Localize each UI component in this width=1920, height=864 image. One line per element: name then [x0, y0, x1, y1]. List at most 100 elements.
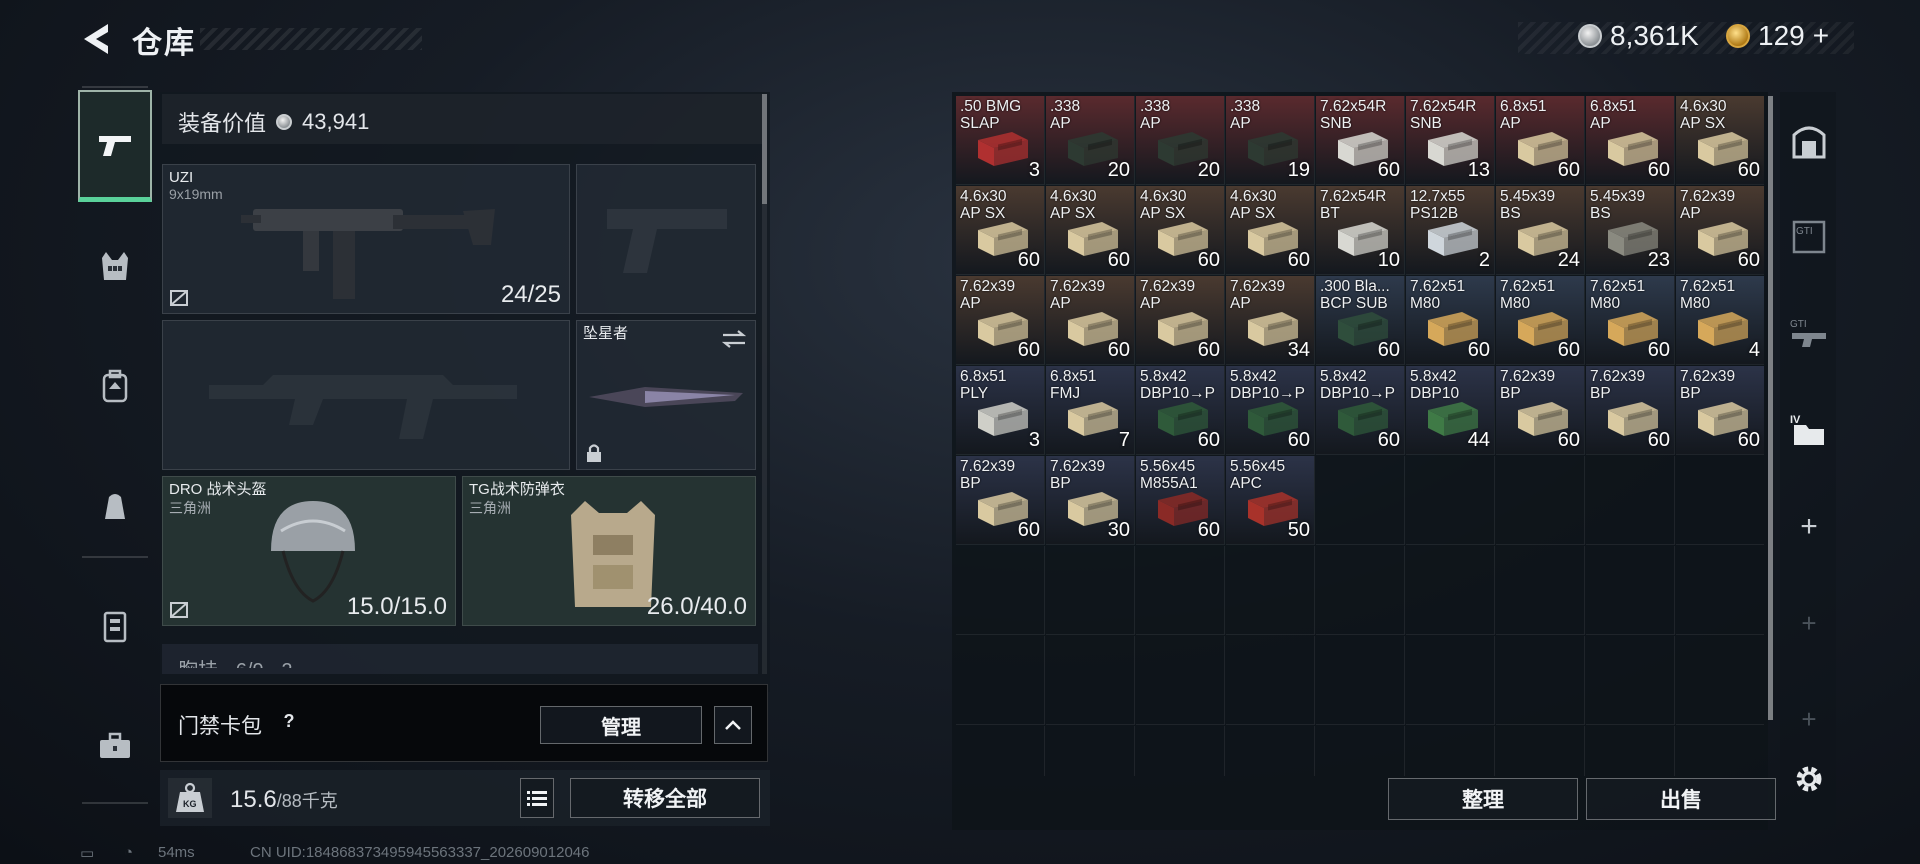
inventory-cell[interactable]	[1226, 726, 1315, 776]
inventory-cell[interactable]	[1226, 636, 1315, 725]
inventory-item[interactable]: 5.8x42 DBP10→P 60	[1226, 366, 1314, 454]
inventory-item[interactable]: 5.56x45 M855A1 60	[1136, 456, 1224, 544]
inventory-cell[interactable]	[1406, 456, 1495, 545]
inventory-item[interactable]: 5.45x39 BS 23	[1586, 186, 1674, 274]
inventory-item[interactable]: 5.8x42 DBP10→P 60	[1316, 366, 1404, 454]
inventory-item[interactable]: 7.62x39 BP 60	[1586, 366, 1674, 454]
inventory-item[interactable]: 7.62x39 AP 60	[1046, 276, 1134, 364]
inventory-item[interactable]: 6.8x51 FMJ 7	[1046, 366, 1134, 454]
side-add-container[interactable]: +	[1790, 508, 1828, 546]
inventory-cell[interactable]	[1316, 456, 1405, 545]
inventory-cell[interactable]	[1586, 546, 1675, 635]
inventory-cell[interactable]	[1316, 726, 1405, 776]
inventory-item[interactable]: 7.62x51 M80 60	[1496, 276, 1584, 364]
inventory-item[interactable]: 6.8x51 AP 60	[1496, 96, 1584, 184]
armor-slot[interactable]: TG战术防弹衣 三角洲 26.0/40.0	[462, 476, 756, 626]
inventory-scrollbar[interactable]	[1768, 96, 1773, 720]
inventory-cell[interactable]	[1316, 636, 1405, 725]
inventory-cell[interactable]	[1586, 636, 1675, 725]
secondary-weapon-slot[interactable]	[576, 164, 756, 314]
back-arrow-icon[interactable]	[78, 20, 114, 58]
side-safe-container[interactable]	[1790, 122, 1828, 160]
inventory-cell[interactable]	[1676, 456, 1764, 545]
inventory-item[interactable]: 7.62x39 AP 60	[1136, 276, 1224, 364]
inventory-cell[interactable]	[1316, 546, 1405, 635]
inventory-cell[interactable]	[1496, 636, 1585, 725]
inventory-cell[interactable]	[1496, 726, 1585, 776]
inventory-item[interactable]: 7.62x39 AP 34	[1226, 276, 1314, 364]
inventory-cell[interactable]	[1046, 726, 1135, 776]
inventory-item[interactable]: 7.62x39 BP 60	[1496, 366, 1584, 454]
inventory-cell[interactable]	[1586, 456, 1675, 545]
inventory-item[interactable]: .338 AP 19	[1226, 96, 1314, 184]
inventory-item[interactable]: 7.62x51 M80 60	[1406, 276, 1494, 364]
inventory-item[interactable]: 5.8x42 DBP10→P 60	[1136, 366, 1224, 454]
nav-case[interactable]	[78, 586, 152, 666]
nav-weapons[interactable]	[78, 90, 152, 202]
inventory-item[interactable]: 7.62x39 BP 60	[956, 456, 1044, 544]
nav-pouch[interactable]	[78, 466, 152, 546]
helmet-slot[interactable]: DRO 战术头盔 三角洲 15.0/15.0	[162, 476, 456, 626]
inventory-cell[interactable]	[1226, 546, 1315, 635]
list-view-button[interactable]	[520, 778, 554, 818]
sell-button[interactable]: 出售	[1586, 778, 1776, 820]
inventory-item[interactable]: 7.62x51 M80 60	[1586, 276, 1674, 364]
nav-toolbox[interactable]	[78, 706, 152, 786]
inventory-item[interactable]: 6.8x51 AP 60	[1586, 96, 1674, 184]
inventory-cell[interactable]	[1676, 726, 1764, 776]
inventory-item[interactable]: 7.62x39 AP 60	[1676, 186, 1764, 274]
inventory-cell[interactable]	[956, 546, 1045, 635]
inventory-item[interactable]: 7.62x51 M80 4	[1676, 276, 1764, 364]
inventory-cell[interactable]	[956, 726, 1045, 776]
inventory-item[interactable]: 4.6x30 AP SX 60	[1226, 186, 1314, 274]
manage-button[interactable]: 管理	[540, 706, 702, 744]
inventory-cell[interactable]	[1406, 636, 1495, 725]
transfer-all-button[interactable]: 转移全部	[570, 778, 760, 818]
gold-currency[interactable]: 129 +	[1726, 20, 1829, 52]
inventory-cell[interactable]	[956, 636, 1045, 725]
secondary-primary-slot[interactable]	[162, 320, 570, 470]
inventory-cell[interactable]	[1676, 636, 1764, 725]
inventory-cell[interactable]	[1136, 636, 1225, 725]
inventory-item[interactable]: .338 AP 20	[1136, 96, 1224, 184]
side-gun-case[interactable]: GTI	[1790, 314, 1828, 352]
inventory-item[interactable]: 7.62x54R SNB 13	[1406, 96, 1494, 184]
sort-button[interactable]: 整理	[1388, 778, 1578, 820]
inventory-item[interactable]: 5.45x39 BS 24	[1496, 186, 1584, 274]
inventory-cell[interactable]	[1496, 456, 1585, 545]
inventory-cell[interactable]	[1496, 546, 1585, 635]
inventory-item[interactable]: 6.8x51 PLY 3	[956, 366, 1044, 454]
inventory-item[interactable]: 7.62x39 BP 60	[1676, 366, 1764, 454]
inventory-item[interactable]: .50 BMG SLAP 3	[956, 96, 1044, 184]
inventory-cell[interactable]	[1406, 726, 1495, 776]
primary-weapon-slot[interactable]: UZI 9x19mm 24/25	[162, 164, 570, 314]
inventory-cell[interactable]	[1136, 726, 1225, 776]
add-currency-icon[interactable]: +	[1813, 20, 1829, 52]
inventory-item[interactable]: .300 Bla... BCP SUB 60	[1316, 276, 1404, 364]
swap-icon[interactable]	[721, 329, 747, 349]
inventory-item[interactable]: 4.6x30 AP SX 60	[1676, 96, 1764, 184]
inventory-cell[interactable]	[1136, 546, 1225, 635]
inventory-item[interactable]: 4.6x30 AP SX 60	[1046, 186, 1134, 274]
inventory-item[interactable]: 4.6x30 AP SX 60	[956, 186, 1044, 274]
settings-button[interactable]	[1790, 760, 1828, 798]
inventory-item[interactable]: 7.62x54R BT 10	[1316, 186, 1404, 274]
inventory-item[interactable]: 5.8x42 DBP10 44	[1406, 366, 1494, 454]
inventory-item[interactable]: 12.7x55 PS12B 2	[1406, 186, 1494, 274]
melee-slot[interactable]: 坠星者	[576, 320, 756, 470]
side-case-gti[interactable]: GTI	[1790, 218, 1828, 256]
inventory-item[interactable]: 7.62x39 AP 60	[956, 276, 1044, 364]
inventory-item[interactable]: 4.6x30 AP SX 60	[1136, 186, 1224, 274]
inventory-cell[interactable]	[1406, 546, 1495, 635]
inventory-item[interactable]: 7.62x54R SNB 60	[1316, 96, 1404, 184]
inventory-item[interactable]: 5.56x45 APC 50	[1226, 456, 1314, 544]
nav-backpack[interactable]	[78, 346, 152, 426]
inventory-cell[interactable]	[1046, 546, 1135, 635]
inventory-item[interactable]: 7.62x39 BP 30	[1046, 456, 1134, 544]
side-folder-iv[interactable]: IV	[1790, 410, 1828, 448]
inventory-cell[interactable]	[1676, 546, 1764, 635]
inventory-item[interactable]: .338 AP 20	[1046, 96, 1134, 184]
collapse-button[interactable]	[714, 706, 752, 744]
help-icon[interactable]: ?	[276, 708, 302, 734]
inventory-cell[interactable]	[1046, 636, 1135, 725]
